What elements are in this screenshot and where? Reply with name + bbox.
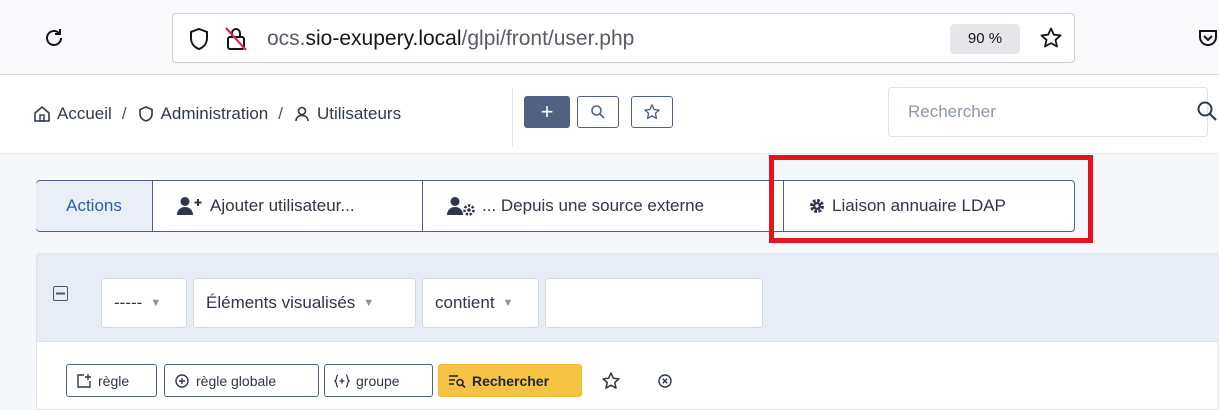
chevron-down-icon: ▼ bbox=[150, 297, 162, 309]
criteria-field-select[interactable]: ----- ▼ bbox=[101, 278, 187, 328]
save-search-star-icon[interactable] bbox=[598, 369, 624, 393]
admin-shield-icon bbox=[137, 105, 155, 123]
add-rule-label: règle bbox=[98, 372, 130, 389]
braces-plus-icon bbox=[334, 373, 350, 389]
add-global-rule-button[interactable]: règle globale bbox=[164, 364, 319, 397]
criteria-field-value: ----- bbox=[114, 293, 143, 312]
list-search-icon bbox=[448, 373, 466, 389]
reload-icon[interactable] bbox=[40, 24, 68, 52]
breadcrumb: Accueil / Administration / Utilisateurs bbox=[33, 98, 401, 130]
add-square-icon bbox=[76, 373, 92, 389]
breadcrumb-users[interactable]: Utilisateurs bbox=[317, 104, 401, 124]
breadcrumb-home[interactable]: Accueil bbox=[57, 104, 112, 124]
reset-circle-x-icon[interactable] bbox=[653, 369, 677, 393]
bookmark-star-icon[interactable] bbox=[1037, 24, 1065, 52]
criteria-operator-value: contient bbox=[435, 293, 495, 312]
add-group-button[interactable]: groupe bbox=[324, 364, 433, 397]
chevron-down-icon: ▼ bbox=[363, 297, 375, 309]
global-search-field[interactable] bbox=[888, 87, 1208, 137]
add-rule-button[interactable]: règle bbox=[66, 364, 157, 397]
pocket-icon[interactable] bbox=[1196, 26, 1219, 50]
highlight-annotation bbox=[769, 155, 1093, 243]
url-text[interactable]: ocs.sio-exupery.local/glpi/front/user.ph… bbox=[267, 24, 634, 54]
search-icon bbox=[591, 105, 605, 119]
home-icon bbox=[33, 105, 51, 123]
search-submit-button[interactable]: Rechercher bbox=[438, 364, 582, 397]
criteria-operator-select[interactable]: contient ▼ bbox=[422, 278, 539, 328]
collapse-toggle-icon[interactable] bbox=[53, 286, 68, 301]
add-user-label: Ajouter utilisateur... bbox=[210, 196, 355, 215]
add-button[interactable]: + bbox=[524, 96, 570, 128]
add-user-icon bbox=[176, 196, 204, 216]
chevron-down-icon: ▼ bbox=[502, 297, 514, 309]
zoom-level[interactable]: 90 % bbox=[950, 24, 1020, 54]
criteria-value-field[interactable] bbox=[545, 278, 763, 328]
search-submit-label: Rechercher bbox=[472, 372, 550, 389]
external-source-label: ... Depuis une source externe bbox=[482, 196, 705, 215]
global-search-input[interactable] bbox=[906, 101, 1170, 123]
header-divider bbox=[512, 88, 513, 146]
star-icon bbox=[644, 104, 660, 120]
insecure-lock-icon[interactable] bbox=[224, 26, 248, 52]
criteria-item-value: Éléments visualisés bbox=[206, 293, 356, 312]
criteria-value-input[interactable] bbox=[554, 282, 758, 324]
url-domain: sio-exupery.local bbox=[305, 27, 462, 50]
external-source-button[interactable]: ... Depuis une source externe bbox=[422, 180, 784, 232]
shield-icon[interactable] bbox=[188, 27, 210, 51]
breadcrumb-administration[interactable]: Administration bbox=[161, 104, 269, 124]
add-global-rule-label: règle globale bbox=[196, 372, 277, 389]
search-icon[interactable] bbox=[1196, 100, 1219, 124]
breadcrumb-separator: / bbox=[278, 104, 283, 123]
favorite-button[interactable] bbox=[631, 96, 673, 128]
plus-circle-icon bbox=[174, 373, 190, 389]
search-button[interactable] bbox=[577, 96, 619, 128]
breadcrumb-separator: / bbox=[121, 104, 127, 123]
criteria-item-select[interactable]: Éléments visualisés ▼ bbox=[193, 278, 416, 328]
user-icon bbox=[293, 105, 311, 123]
add-user-button[interactable]: Ajouter utilisateur... bbox=[152, 180, 422, 232]
actions-label: Actions bbox=[36, 181, 152, 231]
user-cog-icon bbox=[446, 196, 476, 216]
add-group-label: groupe bbox=[356, 372, 400, 389]
